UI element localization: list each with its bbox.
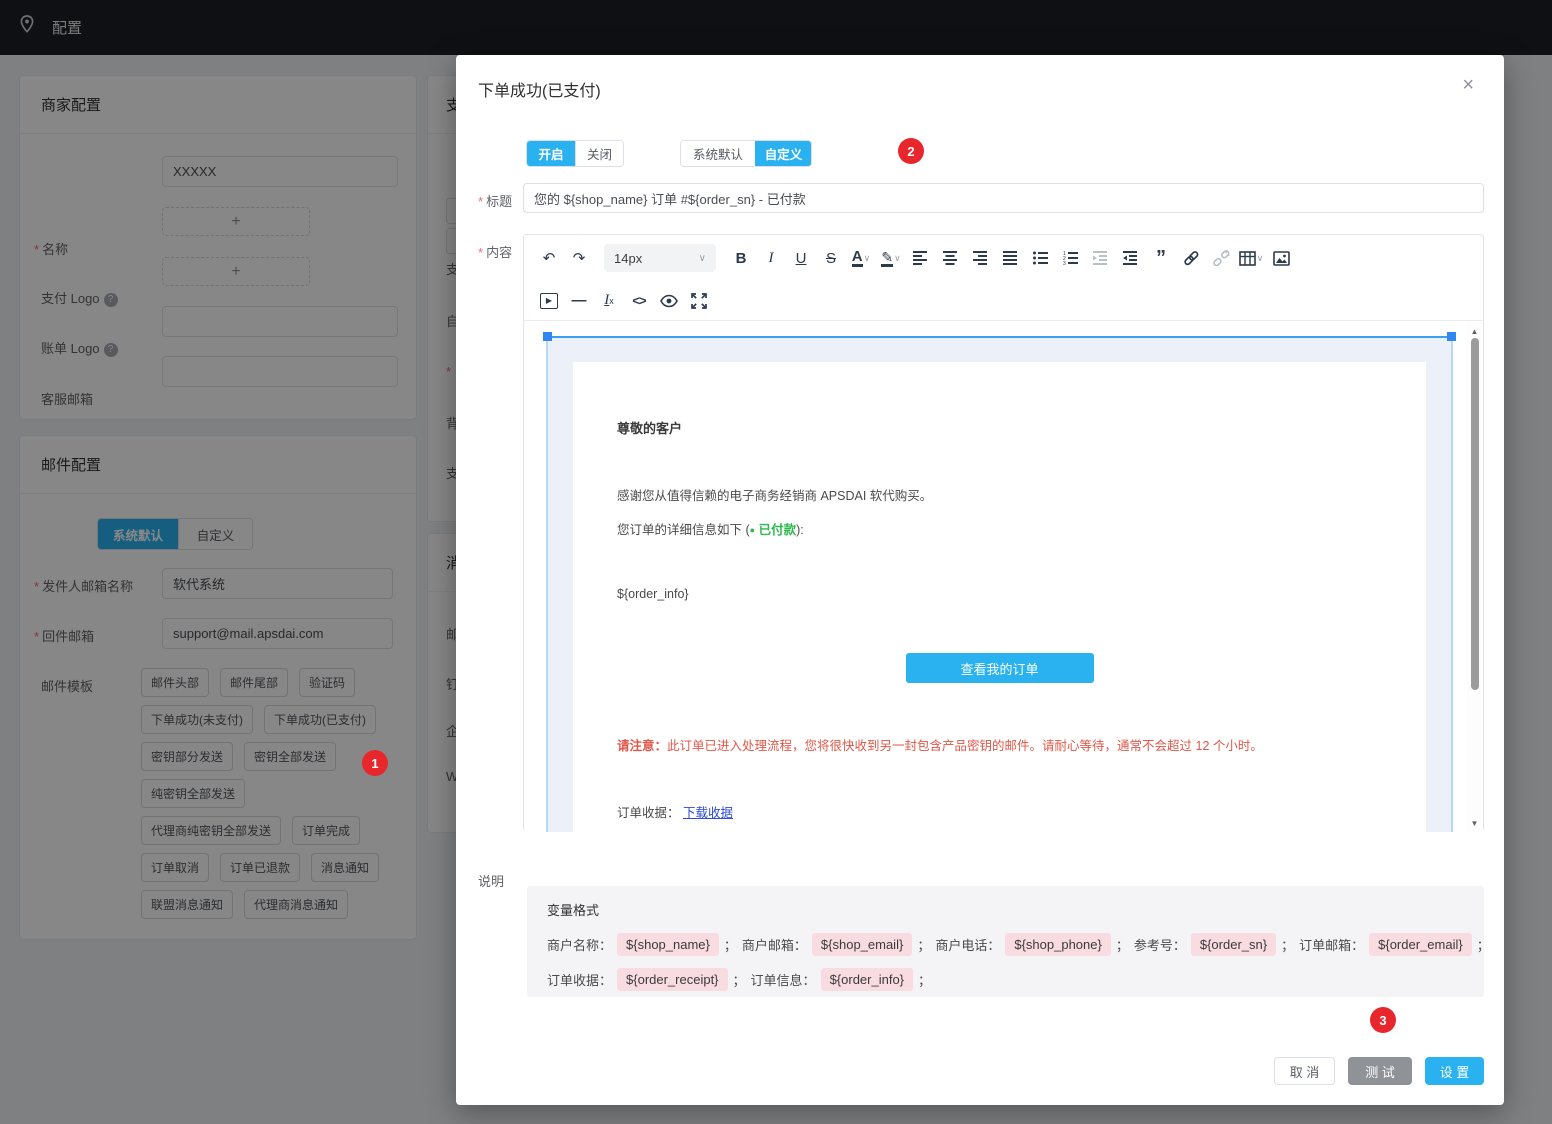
strikethrough-icon[interactable]: S <box>818 245 844 271</box>
variable-text: ； <box>1116 935 1129 954</box>
chevron-down-icon: ∨ <box>699 253 706 264</box>
paid-dot: ● <box>750 525 755 535</box>
variable-text: 订单收据： <box>547 970 612 989</box>
annotation-badge-1: 1 <box>362 750 388 776</box>
insert-video-icon[interactable]: ▶ <box>536 288 562 314</box>
indent-icon[interactable] <box>1118 245 1144 271</box>
variable-pill: ${shop_phone} <box>1005 933 1110 956</box>
horizontal-rule-icon[interactable]: — <box>566 288 592 314</box>
variable-pill: ${order_sn} <box>1191 933 1276 956</box>
preview-greeting: 尊敬的客户 <box>617 418 682 437</box>
variable-text: 订单邮箱： <box>1299 935 1364 954</box>
preview-receipt: 订单收据： 下载收据 <box>617 802 733 821</box>
variable-pill: ${order_info} <box>821 968 913 991</box>
rich-text-editor: ↶ ↷ 14px∨ B I U S A∨ ✎∨ 123 ” ∨ ▶ — <box>523 234 1484 832</box>
highlight-color-icon[interactable]: ✎∨ <box>878 245 904 271</box>
variable-text: ； <box>724 935 737 954</box>
variables-line-1: 商户名称： ${shop_name} ； 商户邮箱： ${shop_email} ； 商户电… <box>547 933 1490 956</box>
chevron-down-icon: ∨ <box>894 253 901 264</box>
insert-link-icon[interactable] <box>1178 245 1204 271</box>
editor-scrollbar[interactable]: ▲ ▼ <box>1467 322 1482 832</box>
align-justify-icon[interactable] <box>998 245 1024 271</box>
variable-text: 订单信息： <box>751 970 816 989</box>
variables-note-box: 变量格式 商户名称： ${shop_name} ； 商户邮箱： ${shop_email… <box>527 886 1484 997</box>
enable-toggle: 开启 关闭 <box>526 140 624 167</box>
redo-icon[interactable]: ↷ <box>566 245 592 271</box>
template-editor-modal: 下单成功(已支付) × 开启 关闭 系统默认 自定义 *标题 *内容 ↶ ↷ 1… <box>456 55 1504 1105</box>
download-receipt-link[interactable]: 下载收据 <box>683 806 733 820</box>
fullscreen-icon[interactable] <box>686 288 712 314</box>
variables-title: 变量格式 <box>547 900 599 919</box>
mode-system-default[interactable]: 系统默认 <box>681 141 755 166</box>
mode-custom[interactable]: 自定义 <box>755 141 811 166</box>
align-center-icon[interactable] <box>938 245 964 271</box>
close-icon[interactable]: × <box>1462 75 1474 95</box>
numbered-list-icon[interactable]: 123 <box>1058 245 1084 271</box>
font-size-select[interactable]: 14px∨ <box>604 244 716 272</box>
editor-toolbar-row2: ▶ — Ix <> <box>524 281 1483 321</box>
variable-pill: ${order_receipt} <box>617 968 728 991</box>
align-right-icon[interactable] <box>968 245 994 271</box>
preview-notice: 请注意：此订单已进入处理流程，您将很快收到另一封包含产品密钥的邮件。请耐心等待，… <box>617 735 1263 754</box>
test-button[interactable]: 测 试 <box>1348 1057 1412 1085</box>
content-label: *内容 <box>478 242 512 261</box>
undo-icon[interactable]: ↶ <box>536 245 562 271</box>
svg-text:3: 3 <box>1063 261 1066 265</box>
scroll-down-icon[interactable]: ▼ <box>1467 816 1482 830</box>
variable-text: ； <box>917 935 930 954</box>
code-view-icon[interactable]: <> <box>626 288 652 314</box>
italic-icon[interactable]: I <box>758 245 784 271</box>
clear-formatting-icon[interactable]: Ix <box>596 288 622 314</box>
variable-text: ； <box>1281 935 1294 954</box>
variable-text: ； <box>918 970 931 989</box>
mode-toggle: 系统默认 自定义 <box>680 140 812 167</box>
subject-input[interactable] <box>523 183 1484 213</box>
variable-text: 商户名称： <box>547 935 612 954</box>
outdent-icon[interactable] <box>1088 245 1114 271</box>
email-preview-card: 尊敬的客户 感谢您从值得信赖的电子商务经销商 APSDAI 软代购买。 您订单的… <box>573 362 1426 832</box>
annotation-badge-2: 2 <box>898 138 924 164</box>
insert-image-icon[interactable] <box>1268 245 1294 271</box>
variable-pill: ${shop_email} <box>812 933 912 956</box>
blockquote-icon[interactable]: ” <box>1148 245 1174 271</box>
toggle-off[interactable]: 关闭 <box>575 141 623 166</box>
editor-toolbar-row1: ↶ ↷ 14px∨ B I U S A∨ ✎∨ 123 ” ∨ <box>524 235 1483 281</box>
underline-icon[interactable]: U <box>788 245 814 271</box>
variable-text: ； <box>733 970 746 989</box>
editor-content-area[interactable]: 尊敬的客户 感谢您从值得信赖的电子商务经销商 APSDAI 软代购买。 您订单的… <box>524 322 1483 832</box>
paid-status: 已付款 <box>759 523 797 537</box>
view-order-button[interactable]: 查看我的订单 <box>906 653 1094 683</box>
selected-email-block[interactable]: 尊敬的客户 感谢您从值得信赖的电子商务经销商 APSDAI 软代购买。 您订单的… <box>546 336 1453 832</box>
preview-details: 您订单的详细信息如下 (● 已付款): <box>617 519 804 538</box>
annotation-badge-3: 3 <box>1370 1007 1396 1033</box>
variable-text: ； <box>1477 935 1490 954</box>
note-label: 说明 <box>478 871 504 890</box>
resize-handle-left[interactable] <box>543 332 552 341</box>
variables-line-2: 订单收据： ${order_receipt} ； 订单信息： ${order_info}… <box>547 968 931 991</box>
text-color-icon[interactable]: A∨ <box>848 245 874 271</box>
cancel-button[interactable]: 取 消 <box>1274 1057 1335 1085</box>
variable-pill: ${order_email} <box>1369 933 1472 956</box>
modal-title: 下单成功(已支付) <box>478 77 601 101</box>
variable-text: 商户电话： <box>935 935 1000 954</box>
variable-text: 参考号： <box>1134 935 1186 954</box>
preview-order-variable: ${order_info} <box>617 587 689 601</box>
bold-icon[interactable]: B <box>728 245 754 271</box>
insert-table-icon[interactable]: ∨ <box>1238 245 1264 271</box>
align-left-icon[interactable] <box>908 245 934 271</box>
variable-text: 商户邮箱： <box>742 935 807 954</box>
bulleted-list-icon[interactable] <box>1028 245 1054 271</box>
remove-link-icon[interactable] <box>1208 245 1234 271</box>
resize-handle-right[interactable] <box>1447 332 1456 341</box>
preview-thanks: 感谢您从值得信赖的电子商务经销商 APSDAI 软代购买。 <box>617 485 932 504</box>
subject-label: *标题 <box>478 191 512 210</box>
variable-pill: ${shop_name} <box>617 933 719 956</box>
toggle-on[interactable]: 开启 <box>527 141 575 166</box>
chevron-down-icon: ∨ <box>1257 253 1264 264</box>
scrollbar-thumb[interactable] <box>1471 338 1479 690</box>
chevron-down-icon: ∨ <box>864 253 871 264</box>
submit-button[interactable]: 设 置 <box>1425 1057 1484 1085</box>
preview-eye-icon[interactable] <box>656 288 682 314</box>
scroll-up-icon[interactable]: ▲ <box>1467 324 1482 338</box>
